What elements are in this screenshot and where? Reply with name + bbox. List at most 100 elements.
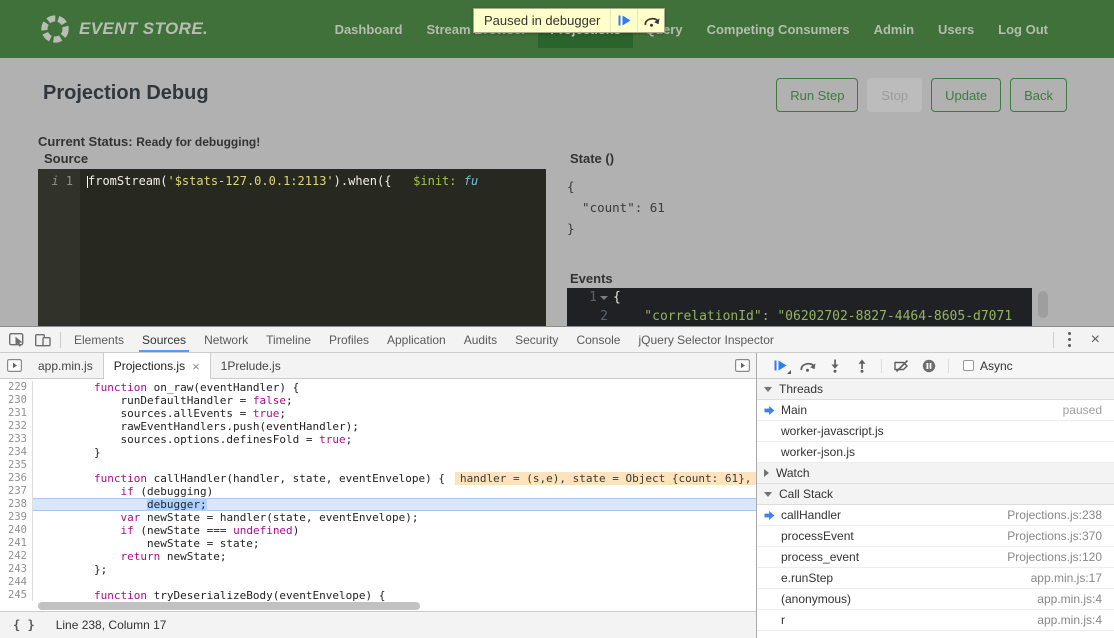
devtools-tab-security[interactable]: Security <box>506 327 567 352</box>
events-line-number[interactable]: 1 <box>567 290 613 305</box>
thread-row-worker-javascript-js[interactable]: worker-javascript.js <box>757 421 1114 442</box>
line-number[interactable]: 232 <box>0 420 33 433</box>
controls-divider <box>881 359 882 373</box>
current-status: Current Status: Ready for debugging! <box>38 134 260 149</box>
line-number[interactable]: 244 <box>0 576 33 589</box>
devtools-tab-application[interactable]: Application <box>378 327 455 352</box>
file-tab-app-min-js[interactable]: app.min.js <box>28 353 103 378</box>
update-button[interactable]: Update <box>931 78 1001 112</box>
step-into-icon[interactable] <box>821 353 848 378</box>
deactivate-breakpoints-icon[interactable] <box>888 353 915 378</box>
stack-frame-location: Projections.js:370 <box>1007 529 1102 543</box>
code-text: } <box>33 446 756 459</box>
nav-item-dashboard[interactable]: Dashboard <box>323 11 415 48</box>
step-out-icon[interactable] <box>848 353 875 378</box>
line-number[interactable]: 231 <box>0 407 33 420</box>
event-store-logo[interactable]: EVENT STORE. <box>40 14 208 44</box>
stack-frame-e-runstep[interactable]: e.runStepapp.min.js:17 <box>757 568 1114 589</box>
stack-frame-process-event[interactable]: process_eventProjections.js:120 <box>757 547 1114 568</box>
fold-arrow-icon[interactable] <box>600 296 608 304</box>
devtools-tab-timeline[interactable]: Timeline <box>257 327 320 352</box>
stack-frame-function: callHandler <box>781 508 841 522</box>
devtools-tab-sources[interactable]: Sources <box>133 327 195 352</box>
stack-frame-callhandler[interactable]: callHandlerProjections.js:238 <box>757 505 1114 526</box>
thread-row-worker-json-js[interactable]: worker-json.js <box>757 442 1114 463</box>
line-number[interactable]: 239 <box>0 511 33 524</box>
line-number[interactable]: 237 <box>0 485 33 498</box>
step-over-icon[interactable] <box>794 353 821 378</box>
stack-frame-processevent[interactable]: processEventProjections.js:370 <box>757 526 1114 547</box>
state-section-label: State () <box>570 151 614 166</box>
pretty-print-icon[interactable]: { } <box>0 618 48 632</box>
banner-step-over-icon[interactable] <box>637 9 664 32</box>
line-number[interactable]: 233 <box>0 433 33 446</box>
file-tab-projections-js[interactable]: Projections.js× <box>103 353 211 379</box>
source-code-text[interactable]: fromStream('$stats-127.0.0.1:2113').when… <box>80 169 478 326</box>
code-text: function callHandler(handler, state, eve… <box>33 472 756 485</box>
line-number[interactable]: 234 <box>0 446 33 459</box>
events-editor[interactable]: 1{2 "correlationId": "06202702-8827-4464… <box>567 288 1032 326</box>
devtools-tab-network[interactable]: Network <box>195 327 257 352</box>
line-number[interactable]: 238 <box>0 498 33 511</box>
thread-status: paused <box>1063 403 1102 417</box>
events-scrollbar-thumb[interactable] <box>1038 291 1048 318</box>
show-navigator-icon[interactable] <box>0 353 28 378</box>
call-stack-section-header[interactable]: Call Stack <box>757 484 1114 505</box>
pause-on-exceptions-icon[interactable] <box>915 353 942 378</box>
line-number[interactable]: 236 <box>0 472 33 485</box>
inspect-element-icon[interactable] <box>4 327 30 352</box>
show-debugger-sidebar-icon[interactable] <box>728 353 756 378</box>
nav-item-users[interactable]: Users <box>926 11 986 48</box>
line-number[interactable]: 229 <box>0 381 33 394</box>
nav-item-competing-consumers[interactable]: Competing Consumers <box>695 11 862 48</box>
stack-frame-location: Projections.js:120 <box>1007 550 1102 564</box>
source-section-label: Source <box>44 151 88 166</box>
devtools-tab-elements[interactable]: Elements <box>65 327 133 352</box>
line-number[interactable]: 241 <box>0 537 33 550</box>
nav-item-log-out[interactable]: Log Out <box>986 11 1060 48</box>
device-toolbar-icon[interactable] <box>30 327 56 352</box>
debugger-sidebar-sections: ThreadsMainpausedworker-javascript.jswor… <box>757 379 1114 638</box>
devtools-tab-profiles[interactable]: Profiles <box>320 327 378 352</box>
code-token <box>41 498 147 511</box>
source-token: $init: <box>413 174 456 188</box>
tab-close-icon[interactable]: × <box>192 360 200 373</box>
more-options-icon[interactable] <box>1058 331 1081 348</box>
file-tab-label: app.min.js <box>38 359 93 373</box>
back-button[interactable]: Back <box>1010 78 1067 112</box>
horizontal-scrollbar-thumb[interactable] <box>38 602 420 610</box>
async-checkbox-label: Async <box>980 359 1013 373</box>
events-line-number[interactable]: 2 <box>567 309 613 324</box>
devtools-tab-console[interactable]: Console <box>567 327 629 352</box>
debugger-sidebar: Async ThreadsMainpausedworker-javascript… <box>757 353 1114 638</box>
source-code-editor[interactable]: i 1 fromStream('$stats-127.0.0.1:2113').… <box>38 169 546 326</box>
run-step-button[interactable]: Run Step <box>776 78 858 112</box>
resume-script-icon[interactable] <box>767 353 794 378</box>
code-token: ; <box>346 433 353 446</box>
stack-frame-location: app.min.js:17 <box>1031 571 1102 585</box>
devtools-tab-bar: ElementsSourcesNetworkTimelineProfilesAp… <box>0 327 1114 353</box>
watch-section-header[interactable]: Watch <box>757 463 1114 484</box>
file-tab-1prelude-js[interactable]: 1Prelude.js <box>211 353 291 378</box>
stack-frame-anonymous[interactable]: (anonymous)app.min.js:4 <box>757 589 1114 610</box>
stack-frame-r[interactable]: rapp.min.js:4 <box>757 610 1114 631</box>
line-number[interactable]: 240 <box>0 524 33 537</box>
close-devtools-icon[interactable]: × <box>1081 331 1110 349</box>
banner-resume-script-icon[interactable] <box>610 9 637 32</box>
code-editor[interactable]: 229 function on_raw(eventHandler) {230 r… <box>0 379 756 601</box>
threads-section-header[interactable]: Threads <box>757 379 1114 400</box>
devtools-tab-jquery-selector-inspector[interactable]: jQuery Selector Inspector <box>629 327 782 352</box>
nav-item-admin[interactable]: Admin <box>862 11 926 48</box>
code-text: if (debugging) <box>33 485 756 498</box>
thread-row-main[interactable]: Mainpaused <box>757 400 1114 421</box>
line-number[interactable]: 235 <box>0 459 33 472</box>
async-checkbox[interactable] <box>963 360 974 371</box>
line-number[interactable]: 242 <box>0 550 33 563</box>
devtools-tab-audits[interactable]: Audits <box>455 327 506 352</box>
line-number[interactable]: 243 <box>0 563 33 576</box>
line-number[interactable]: 230 <box>0 394 33 407</box>
line-number[interactable]: 245 <box>0 589 33 601</box>
code-token: undefined <box>233 524 293 537</box>
code-token <box>41 524 120 537</box>
code-token: ) <box>293 524 300 537</box>
